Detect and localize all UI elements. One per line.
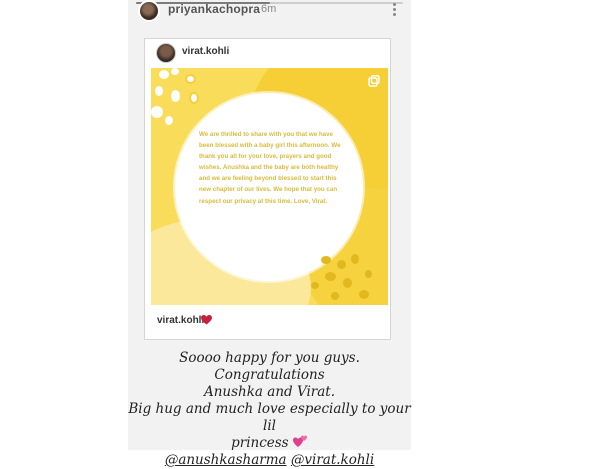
decorative-spot [151,106,163,118]
pink-hearts-icon [292,435,307,447]
decorative-spot [343,278,352,288]
decorative-spot [337,260,346,269]
caption-line: Soooo happy for you guys. Congratulation… [179,350,360,383]
copy-icon [368,75,380,87]
shared-post-username[interactable]: virat.kohli [182,46,229,57]
story-time: 6m [261,3,277,15]
decorative-spot [311,282,319,289]
caption-mentions: @anushkasharma @virat.kohli [128,452,411,469]
story-username[interactable]: priyankachopra [168,2,260,16]
decorative-spot [155,86,163,96]
mention-virat-kohli[interactable]: @virat.kohli [291,452,374,468]
decorative-spot [365,270,372,278]
heart-icon [201,315,212,325]
caption-line-princess: princess [128,435,411,452]
story-avatar[interactable] [138,0,160,22]
more-vertical-icon[interactable] [393,3,397,17]
decorative-spot [331,292,339,300]
decorative-spot [165,116,173,125]
decorative-spot [171,68,179,75]
decorative-spot [189,92,199,104]
mention-anushkasharma[interactable]: @anushkasharma [165,452,287,468]
story-caption: Soooo happy for you guys. Congratulation… [128,350,411,469]
decorative-spot [321,256,331,264]
caption-line: Big hug and much love especially to your… [128,401,411,434]
shared-post-image[interactable]: We are thrilled to share with you that w… [151,68,388,305]
decorative-spot [171,90,180,102]
shared-post-avatar[interactable] [156,43,176,63]
shared-post-footer-username[interactable]: virat.kohli [157,315,204,326]
caption-line: Anushka and Virat. [203,384,335,400]
caption-word: princess [231,435,289,451]
decorative-spot [159,70,169,79]
decorative-spot [185,74,196,84]
announcement-text: We are thrilled to share with you that w… [199,131,341,205]
decorative-spot [325,272,336,281]
decorative-spot [351,254,359,264]
decorative-spot [359,290,369,299]
